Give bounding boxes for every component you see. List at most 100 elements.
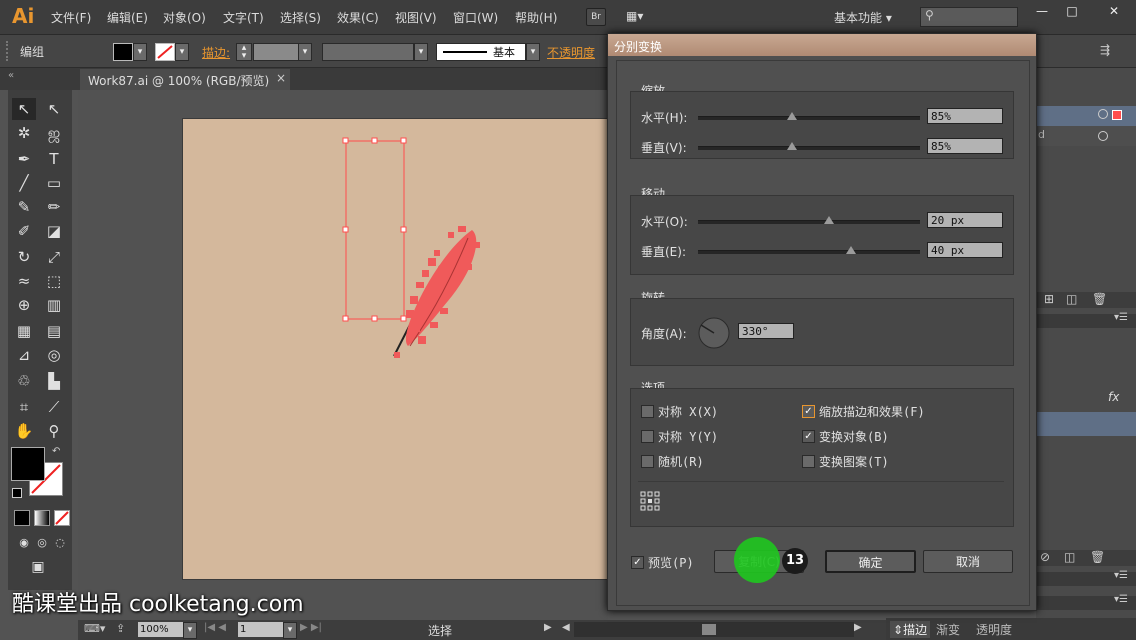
scale-horizontal-slider[interactable] (698, 116, 920, 120)
fill-dropdown-icon[interactable]: ▾ (133, 43, 147, 61)
blend-tool-icon[interactable]: ◎ (42, 344, 66, 366)
menu-type[interactable]: 文字(T) (223, 9, 264, 26)
delete-item-icon[interactable]: 🗑 (1090, 550, 1105, 564)
feather-artwork[interactable] (393, 226, 480, 358)
move-vertical-thumb[interactable] (846, 246, 856, 254)
stroke-weight-input[interactable] (253, 43, 299, 61)
hand-tool-icon[interactable]: ✋ (12, 420, 36, 442)
move-horizontal-thumb[interactable] (824, 216, 834, 224)
eyedropper-tool-icon[interactable]: ⊿ (12, 344, 36, 366)
scale-vertical-input[interactable]: 85% (927, 138, 1003, 154)
new-layer-icon[interactable]: ◫ (1066, 292, 1077, 306)
tab-stroke[interactable]: ⇕描边 (890, 621, 931, 638)
new-sublayer-icon[interactable]: ⊞ (1044, 292, 1054, 306)
magic-wand-tool-icon[interactable]: ✲ (12, 122, 36, 144)
move-vertical-input[interactable]: 40 px (927, 242, 1003, 258)
gradient-mode-icon[interactable] (34, 510, 50, 526)
angle-input[interactable]: 330° (738, 323, 794, 339)
move-vertical-slider[interactable] (698, 250, 920, 254)
panel-menu-icon-2[interactable]: ▾☰ (1114, 312, 1128, 323)
bridge-button[interactable]: Br (586, 8, 606, 26)
share-icon[interactable]: ⇪ (116, 622, 125, 635)
dialog-title-bar[interactable]: 分别变换 (608, 34, 1036, 56)
rectangle-tool-icon[interactable]: ▭ (42, 172, 66, 194)
cancel-button[interactable]: 取消 (923, 550, 1013, 573)
delete-layer-icon[interactable]: 🗑 (1092, 292, 1107, 306)
minimize-button[interactable]: — (1026, 0, 1058, 22)
pencil-tool-icon[interactable]: ✏ (42, 196, 66, 218)
reflect-x-checkbox[interactable] (641, 405, 654, 418)
selection-tool-icon[interactable]: ↖ (12, 98, 36, 120)
zoom-dropdown-icon[interactable]: ▾ (183, 622, 197, 639)
horizontal-scrollbar[interactable] (574, 622, 854, 637)
collapse-icon[interactable]: « (8, 70, 14, 81)
selection-handles[interactable] (342, 137, 407, 322)
panel-menu-icon[interactable]: ⇶ (1100, 43, 1110, 57)
swap-fill-stroke-icon[interactable]: ↶ (52, 446, 60, 457)
move-horizontal-slider[interactable] (698, 220, 920, 224)
angle-dial-icon[interactable] (697, 316, 731, 350)
scale-tool-icon[interactable]: ⤢ (42, 246, 66, 268)
direct-selection-tool-icon[interactable]: ↖ (42, 98, 66, 120)
move-horizontal-input[interactable]: 20 px (927, 212, 1003, 228)
draw-inside-icon[interactable]: ◌ (48, 532, 72, 554)
transform-objects-checkbox[interactable]: ✓ (802, 430, 815, 443)
scroll-left-icon[interactable]: ◀ (562, 622, 570, 633)
pen-tool-icon[interactable]: ✒ (12, 148, 36, 170)
symbol-sprayer-tool-icon[interactable]: ♲ (12, 370, 36, 392)
status-icon[interactable]: ⌨▾ (84, 622, 105, 635)
next-artboard-icon[interactable]: ▶ ▶| (300, 622, 322, 633)
brush-definition[interactable]: 基本 (436, 43, 526, 61)
tab-gradient[interactable]: 渐变 (936, 621, 960, 638)
selection-indicator-icon[interactable] (1112, 110, 1122, 120)
stroke-dropdown-icon[interactable]: ▾ (175, 43, 189, 61)
layer-row-selected[interactable] (1036, 106, 1136, 126)
gradient-tool-icon[interactable]: ▤ (42, 320, 66, 342)
close-window-button[interactable]: ✕ (1092, 0, 1136, 22)
opacity-label[interactable]: 不透明度 (547, 44, 595, 61)
preview-checkbox[interactable]: ✓ (631, 556, 644, 569)
none-mode-icon[interactable] (54, 510, 70, 526)
width-tool-icon[interactable]: ≈ (12, 270, 36, 292)
menu-window[interactable]: 窗口(W) (453, 9, 498, 26)
scrollbar-thumb[interactable] (702, 624, 716, 635)
maximize-button[interactable]: □ (1056, 0, 1088, 22)
menu-edit[interactable]: 编辑(E) (107, 9, 148, 26)
lasso-tool-icon[interactable]: ஜ (42, 122, 66, 144)
color-mode-icon[interactable] (14, 510, 30, 526)
scroll-right-icon[interactable]: ▶ (854, 622, 862, 633)
scale-strokes-checkbox[interactable]: ✓ (802, 405, 815, 418)
status-menu-icon[interactable]: ▶ (544, 622, 552, 633)
perspective-grid-tool-icon[interactable]: ▥ (42, 294, 66, 316)
scale-horizontal-thumb[interactable] (787, 112, 797, 120)
zoom-tool-icon[interactable]: ⚲ (42, 420, 66, 442)
brush-dropdown-icon[interactable]: ▾ (526, 43, 540, 61)
transform-patterns-checkbox[interactable] (802, 455, 815, 468)
stroke-color-swatch[interactable] (155, 43, 175, 61)
profile-dropdown-icon[interactable]: ▾ (414, 43, 428, 61)
slice-tool-icon[interactable]: ⟋ (42, 396, 66, 418)
zoom-level-field[interactable]: 100% (138, 622, 184, 637)
tab-transparency[interactable]: 透明度 (976, 621, 1012, 638)
scale-vertical-thumb[interactable] (787, 142, 797, 150)
arrange-documents-icon[interactable]: ▦▾ (626, 9, 652, 23)
shape-builder-tool-icon[interactable]: ⊕ (12, 294, 36, 316)
screen-mode-icon[interactable]: ▣ (26, 556, 50, 578)
stroke-stepper[interactable]: ▴ ▾ (236, 43, 252, 61)
menu-file[interactable]: 文件(F) (51, 9, 91, 26)
first-artboard-icon[interactable]: |◀ ◀ (204, 622, 226, 633)
panel-menu-icon-3[interactable]: ▾☰ (1114, 570, 1128, 581)
duplicate-item-icon[interactable]: ◫ (1064, 550, 1075, 564)
menu-select[interactable]: 选择(S) (280, 9, 321, 26)
default-colors-icon[interactable] (12, 488, 22, 498)
column-graph-tool-icon[interactable]: ▙ (42, 370, 66, 392)
random-checkbox[interactable] (641, 455, 654, 468)
clear-appearance-icon[interactable]: ⊘ (1040, 550, 1050, 564)
fill-color-swatch[interactable] (113, 43, 133, 61)
appearance-row-selected[interactable] (1036, 412, 1136, 436)
line-tool-icon[interactable]: ╱ (12, 172, 36, 194)
artboard-number-field[interactable]: 1 (238, 622, 284, 637)
blob-brush-tool-icon[interactable]: ✐ (12, 220, 36, 242)
target-circle-icon[interactable] (1098, 109, 1108, 119)
target-circle-icon-2[interactable] (1098, 131, 1108, 141)
